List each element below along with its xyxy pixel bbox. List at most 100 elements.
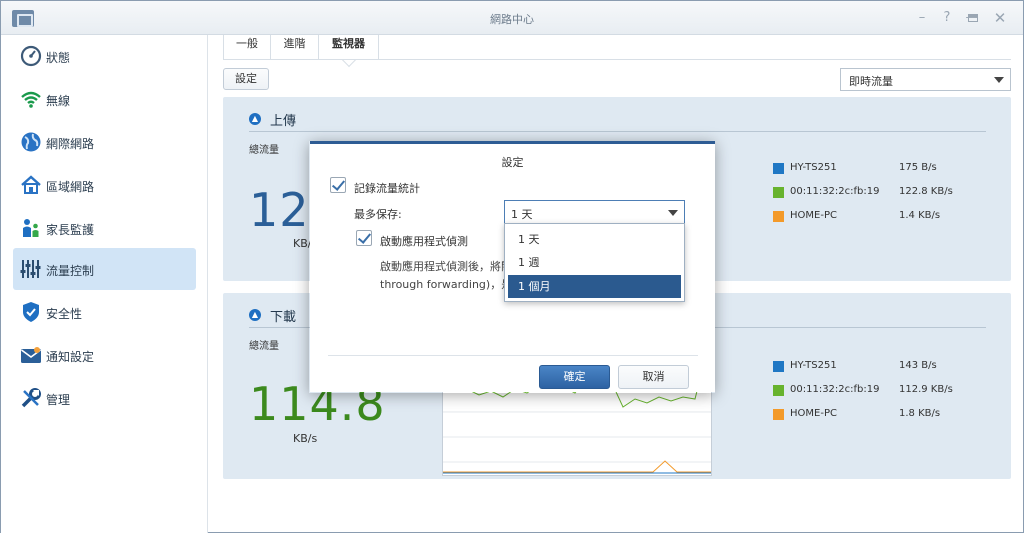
upload-total-value: 12 (249, 183, 310, 237)
title-bar: 網路中心 – ? — ✕ (1, 1, 1023, 35)
legend-name: 00:11:32:2c:fb:19 (790, 186, 880, 197)
sidebar-item-notification[interactable]: 通知設定 (13, 334, 196, 376)
dialog-divider (328, 355, 698, 356)
window-title: 網路中心 (490, 13, 534, 26)
sidebar-item-parental-control[interactable]: 家長監護 (13, 207, 196, 249)
legend-value: 1.4 KB/s (899, 210, 941, 221)
chevron-down-icon (994, 77, 1004, 83)
tab-active-indicator (341, 52, 356, 68)
legend-value: 122.8 KB/s (899, 186, 953, 197)
legend-value: 143 B/s (899, 360, 937, 371)
legend-item: 00:11:32:2c:fb:19 122.8 KB/s (773, 185, 1013, 201)
maximize-icon[interactable] (964, 9, 982, 27)
record-traffic-checkbox[interactable] (330, 177, 346, 193)
sidebar-item-wireless[interactable]: 無線 (13, 78, 196, 120)
wifi-icon (21, 91, 41, 108)
tab-monitor[interactable]: 監視器 (319, 35, 379, 68)
mail-icon (21, 347, 41, 363)
legend-name: HOME-PC (790, 210, 837, 221)
series-line-orange (443, 460, 711, 473)
max-keep-dropdown-list: 1 天 1 週 1 個月 (504, 223, 685, 302)
legend-name: HOME-PC (790, 408, 837, 419)
dropdown-option-1-month[interactable]: 1 個月 (508, 275, 681, 298)
legend-value: 112.9 KB/s (899, 384, 953, 395)
settings-button[interactable]: 設定 (223, 68, 269, 90)
legend-item: HY-TS251 175 B/s (773, 161, 1013, 177)
sidebar-item-label: 管理 (46, 393, 71, 407)
app-detection-checkbox[interactable] (356, 230, 372, 246)
tab-bar: 一般 進階 監視器 (223, 35, 379, 68)
app-detection-label: 啟動應用程式偵測 (380, 235, 468, 248)
tab-divider (223, 59, 1011, 60)
record-traffic-label: 記錄流量統計 (354, 182, 420, 195)
max-keep-select[interactable]: 1 天 (504, 200, 685, 224)
sidebar-item-label: 通知設定 (46, 350, 95, 364)
tab-advanced[interactable]: 進階 (271, 35, 319, 60)
sidebar-item-label: 無線 (46, 94, 71, 108)
tab-general[interactable]: 一般 (224, 35, 271, 60)
legend-item: HOME-PC 1.4 KB/s (773, 209, 1013, 225)
cancel-button[interactable]: 取消 (618, 365, 689, 389)
view-mode-select[interactable]: 即時流量 (840, 68, 1011, 91)
tools-icon (21, 388, 41, 408)
download-arrow-icon: ▲ (249, 309, 261, 321)
legend-value: 1.8 KB/s (899, 408, 941, 419)
download-title: 下載 (270, 310, 297, 325)
family-icon (23, 219, 39, 237)
download-total-label: 總流量 (249, 341, 279, 352)
gauge-icon (20, 45, 42, 67)
legend-name: HY-TS251 (790, 162, 837, 173)
sidebar-item-label: 區域網路 (46, 180, 95, 194)
legend-name: HY-TS251 (790, 360, 837, 371)
ok-button[interactable]: 確定 (539, 365, 610, 389)
help-icon[interactable]: ? (938, 9, 956, 27)
sidebar-item-management[interactable]: 管理 (13, 377, 196, 419)
dropdown-option-1-day[interactable]: 1 天 (508, 228, 681, 251)
sidebar-item-label: 網際網路 (46, 137, 95, 151)
legend-swatch (773, 361, 784, 372)
dialog-title: 設定 (501, 156, 524, 169)
legend-swatch (773, 187, 784, 198)
upload-arrow-icon: ▲ (249, 113, 261, 125)
legend-item: HOME-PC 1.8 KB/s (773, 407, 1013, 423)
legend-item: 00:11:32:2c:fb:19 112.9 KB/s (773, 383, 1013, 399)
app-detection-description-2: through forwarding)，是 (380, 278, 513, 291)
panel-divider (249, 131, 986, 132)
max-keep-value: 1 天 (511, 208, 533, 221)
app-detection-description: 啟動應用程式偵測後，將關 (380, 260, 512, 273)
sidebar-item-traffic-control[interactable]: 流量控制 (13, 248, 196, 290)
upload-title: 上傳 (270, 114, 297, 129)
legend-swatch (773, 385, 784, 396)
download-unit: KB/s (293, 432, 318, 445)
legend-swatch (773, 163, 784, 174)
sidebar-item-label: 狀態 (46, 51, 71, 65)
sidebar-item-internet[interactable]: 網際網路 (13, 121, 196, 163)
legend-item: HY-TS251 143 B/s (773, 359, 1013, 375)
sidebar-item-label: 流量控制 (46, 264, 95, 278)
legend-swatch (773, 409, 784, 420)
sidebar-item-lan[interactable]: 區域網路 (13, 164, 196, 206)
close-icon[interactable]: ✕ (991, 9, 1009, 27)
max-keep-label: 最多保存: (354, 208, 402, 221)
sidebar-item-security[interactable]: 安全性 (13, 291, 196, 333)
sidebar-item-label: 安全性 (46, 307, 83, 321)
shield-icon (23, 302, 39, 322)
tab-label: 進階 (283, 37, 306, 50)
sidebar: 狀態 無線 網際網路 區域網路 家長監護 流量控制 安全性 通知設定 管理 (1, 35, 208, 533)
sliders-icon (20, 260, 41, 278)
globe-icon (21, 132, 41, 152)
sidebar-item-label: 家長監護 (46, 223, 95, 237)
legend-value: 175 B/s (899, 162, 937, 173)
upload-total-label: 總流量 (249, 145, 279, 156)
house-icon (21, 175, 41, 194)
dropdown-option-1-week[interactable]: 1 週 (508, 251, 681, 274)
sidebar-item-status[interactable]: 狀態 (13, 35, 196, 77)
chevron-down-icon (668, 210, 678, 216)
network-center-window: 網路中心 – ? — ✕ 狀態 無線 網際網路 區域網路 家長監護 流量控制 安… (0, 0, 1024, 533)
tab-label: 監視器 (332, 37, 365, 50)
tab-label: 一般 (236, 37, 258, 50)
legend-name: 00:11:32:2c:fb:19 (790, 384, 880, 395)
view-mode-value: 即時流量 (849, 75, 893, 88)
pin-icon[interactable]: – (913, 9, 931, 27)
legend-swatch (773, 211, 784, 222)
